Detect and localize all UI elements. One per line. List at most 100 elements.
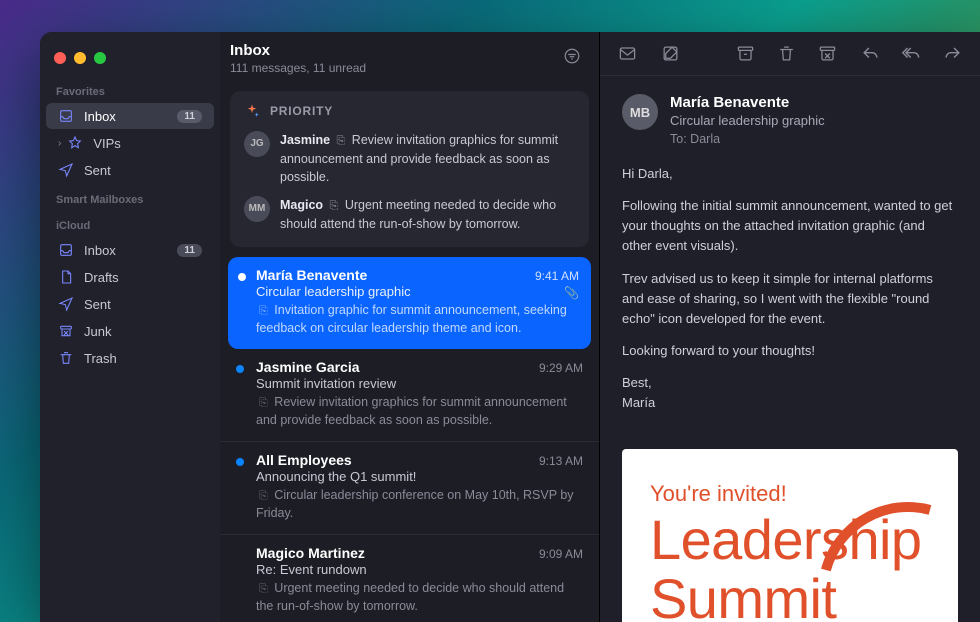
sidebar: FavoritesInbox11›VIPsSentSmart Mailboxes… (40, 32, 220, 622)
priority-sparkle-icon (244, 103, 260, 119)
sidebar-section-label: iCloud (40, 210, 220, 236)
sidebar-item-label: VIPs (93, 136, 120, 151)
message-row[interactable]: Jasmine Garcia9:29 AMSummit invitation r… (220, 349, 599, 442)
filter-button[interactable] (563, 47, 581, 70)
reader-toolbar (600, 32, 980, 76)
sidebar-item-sent[interactable]: Sent (46, 157, 214, 183)
unread-dot-icon (236, 458, 244, 466)
priority-row[interactable]: JG Jasmine ⎘ Review invitation graphics f… (244, 131, 575, 186)
to-label: To: (670, 132, 687, 146)
xbin-icon (58, 323, 74, 339)
trash-icon (58, 350, 74, 366)
priority-card[interactable]: PRIORITY JG Jasmine ⎘ Review invitation g… (230, 91, 589, 247)
mailbox-title: Inbox (230, 42, 563, 59)
sidebar-item-icloud-sent[interactable]: Sent (46, 291, 214, 317)
sidebar-item-trash[interactable]: Trash (46, 345, 214, 371)
message-row[interactable]: Magico Martinez9:09 AMRe: Event rundown ⎘… (220, 535, 599, 622)
message-list: María Benavente9:41 AMCircular leadershi… (220, 257, 599, 622)
summary-icon: ⎘ (337, 135, 346, 147)
mail-window: FavoritesInbox11›VIPsSentSmart Mailboxes… (40, 32, 980, 622)
compose-button[interactable] (661, 44, 680, 63)
body-paragraph: Best,María (622, 373, 958, 413)
chevron-right-icon: › (58, 138, 61, 149)
priority-label: PRIORITY (270, 104, 333, 118)
inbox-icon (58, 108, 74, 124)
summary-icon: ⎘ (259, 305, 268, 317)
message-time: 9:13 AM (539, 454, 583, 468)
sidebar-item-drafts[interactable]: Drafts (46, 264, 214, 290)
avatar: JG (244, 131, 270, 157)
sidebar-section-label: Favorites (40, 76, 220, 102)
message-list-pane: Inbox 111 messages, 11 unread PRIORITY J… (220, 32, 600, 622)
message-from: Magico Martinez (256, 545, 539, 561)
doc-icon (58, 269, 74, 285)
unread-badge: 11 (177, 110, 202, 123)
message-from: All Employees (256, 452, 539, 468)
priority-text: Magico ⎘ Urgent meeting needed to decide… (280, 196, 575, 233)
summary-icon: ⎘ (330, 200, 339, 212)
star-icon (67, 135, 83, 151)
reader-from: María Benavente (670, 94, 958, 111)
sidebar-item-label: Inbox (84, 109, 116, 124)
sidebar-item-vips[interactable]: › VIPs (46, 130, 214, 156)
inbox-icon (58, 242, 74, 258)
message-list-header: Inbox 111 messages, 11 unread (220, 32, 599, 85)
message-from: María Benavente (256, 267, 535, 283)
minimize-window-button[interactable] (74, 52, 86, 64)
junk-button[interactable] (818, 44, 837, 63)
fullscreen-window-button[interactable] (94, 52, 106, 64)
message-row[interactable]: María Benavente9:41 AMCircular leadershi… (228, 257, 591, 349)
summary-icon: ⎘ (259, 397, 268, 409)
message-preview: ⎘ Review invitation graphics for summit … (256, 394, 583, 429)
priority-row[interactable]: MM Magico ⎘ Urgent meeting needed to deci… (244, 196, 575, 233)
delete-button[interactable] (777, 44, 796, 63)
reader-pane: MB María Benavente Circular leadership g… (600, 32, 980, 622)
reader-to-line: To: Darla (670, 132, 958, 146)
close-window-button[interactable] (54, 52, 66, 64)
sidebar-item-junk[interactable]: Junk (46, 318, 214, 344)
sidebar-item-label: Trash (84, 351, 117, 366)
avatar: MM (244, 196, 270, 222)
message-time: 9:41 AM (535, 269, 579, 283)
reply-all-button[interactable] (902, 44, 921, 63)
sidebar-item-label: Inbox (84, 243, 116, 258)
sidebar-section-label: Smart Mailboxes (40, 184, 220, 210)
sidebar-item-inbox[interactable]: Inbox 11 (46, 103, 214, 129)
collapse-toolbar-button[interactable] (618, 44, 637, 63)
body-paragraph: Hi Darla, (622, 164, 958, 184)
paperplane-icon (58, 162, 74, 178)
message-subject: Re: Event rundown (256, 562, 583, 577)
message-preview: ⎘ Invitation graphic for summit announce… (256, 302, 579, 337)
invite-attachment[interactable]: You're invited! Leadership Summit (622, 449, 958, 622)
message-time: 9:09 AM (539, 547, 583, 561)
message-subject: Announcing the Q1 summit! (256, 469, 583, 484)
message-preview: ⎘ Circular leadership conference on May … (256, 487, 583, 522)
unread-dot-icon (238, 273, 246, 281)
sender-avatar[interactable]: MB (622, 94, 658, 130)
body-paragraph: Looking forward to your thoughts! (622, 341, 958, 361)
summary-icon: ⎘ (259, 490, 268, 502)
message-row[interactable]: All Employees9:13 AMAnnouncing the Q1 su… (220, 442, 599, 535)
paperplane-icon (58, 296, 74, 312)
message-subject: Summit invitation review (256, 376, 583, 391)
reader-subject: Circular leadership graphic (670, 113, 958, 128)
mailbox-subtitle: 111 messages, 11 unread (230, 61, 563, 75)
unread-badge: 11 (177, 244, 202, 257)
body-paragraph: Following the initial summit announcemen… (622, 196, 958, 256)
sidebar-item-icloud-inbox[interactable]: Inbox 11 (46, 237, 214, 263)
summary-icon: ⎘ (259, 583, 268, 595)
priority-text: Jasmine ⎘ Review invitation graphics for… (280, 131, 575, 186)
sidebar-item-label: Sent (84, 297, 111, 312)
forward-button[interactable] (943, 44, 962, 63)
sidebar-item-label: Junk (84, 324, 111, 339)
reply-button[interactable] (861, 44, 880, 63)
reader-body: Hi Darla, Following the initial summit an… (600, 160, 980, 443)
archive-button[interactable] (736, 44, 755, 63)
sidebar-item-label: Drafts (84, 270, 119, 285)
reader-header: MB María Benavente Circular leadership g… (600, 76, 980, 160)
attachment-icon: 📎 (564, 286, 579, 300)
message-time: 9:29 AM (539, 361, 583, 375)
message-from: Jasmine Garcia (256, 359, 539, 375)
message-subject: Circular leadership graphic📎 (256, 284, 579, 299)
body-paragraph: Trev advised us to keep it simple for in… (622, 269, 958, 329)
